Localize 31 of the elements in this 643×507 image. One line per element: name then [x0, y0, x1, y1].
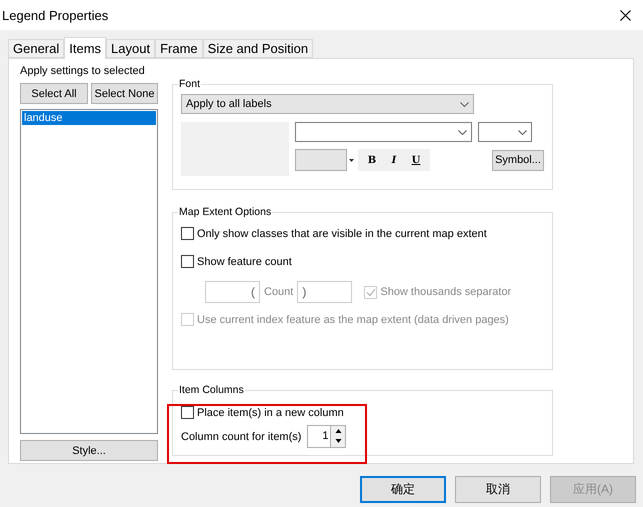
checkbox-label: Place item(s) in a new column [197, 406, 344, 418]
select-button[interactable]: Select All [20, 83, 88, 104]
group-title: Item Columns [178, 384, 245, 396]
tab[interactable]: Frame [155, 39, 203, 58]
tab[interactable]: General [8, 39, 64, 58]
tab[interactable]: Size and Position [202, 39, 314, 58]
column-count-label: Column count for item(s) [181, 430, 302, 442]
text-style-button[interactable]: I [384, 151, 404, 169]
count-suffix-field[interactable]: ) [297, 281, 352, 303]
window-title: Legend Properties [2, 8, 108, 22]
apply-dropdown[interactable]: Apply to all labels [181, 94, 474, 114]
column-count-spinner[interactable]: 1 [307, 425, 346, 448]
symbol-button[interactable]: Symbol... [492, 150, 544, 170]
text-style-button[interactable]: B [362, 151, 382, 169]
apply-settings-label: Apply settings to selected [20, 65, 146, 77]
group-title: Font [178, 78, 202, 90]
style-button[interactable]: Style... [20, 440, 158, 461]
checkbox-label: Show thousands separator [380, 286, 512, 298]
count-prefix-field[interactable]: ( [205, 281, 260, 303]
count-label: Count [264, 286, 294, 298]
select-button[interactable]: Select None [91, 83, 158, 104]
list-item[interactable]: landuse [22, 111, 156, 125]
checkbox-label: Only show classes that are visible in the current map extent [197, 228, 487, 240]
dialog-button[interactable]: 确定 [360, 476, 446, 503]
tab[interactable]: Layout [106, 39, 156, 58]
dialog-button[interactable]: 取消 [455, 476, 541, 503]
group-title: Map Extent Options [178, 206, 272, 218]
tab[interactable]: Items [64, 37, 106, 59]
text-style-button[interactable]: U [406, 151, 426, 169]
checkbox-label: Use current index feature as the map extent (data driven pages) [197, 314, 509, 326]
checkbox-label: Show feature count [197, 256, 292, 268]
